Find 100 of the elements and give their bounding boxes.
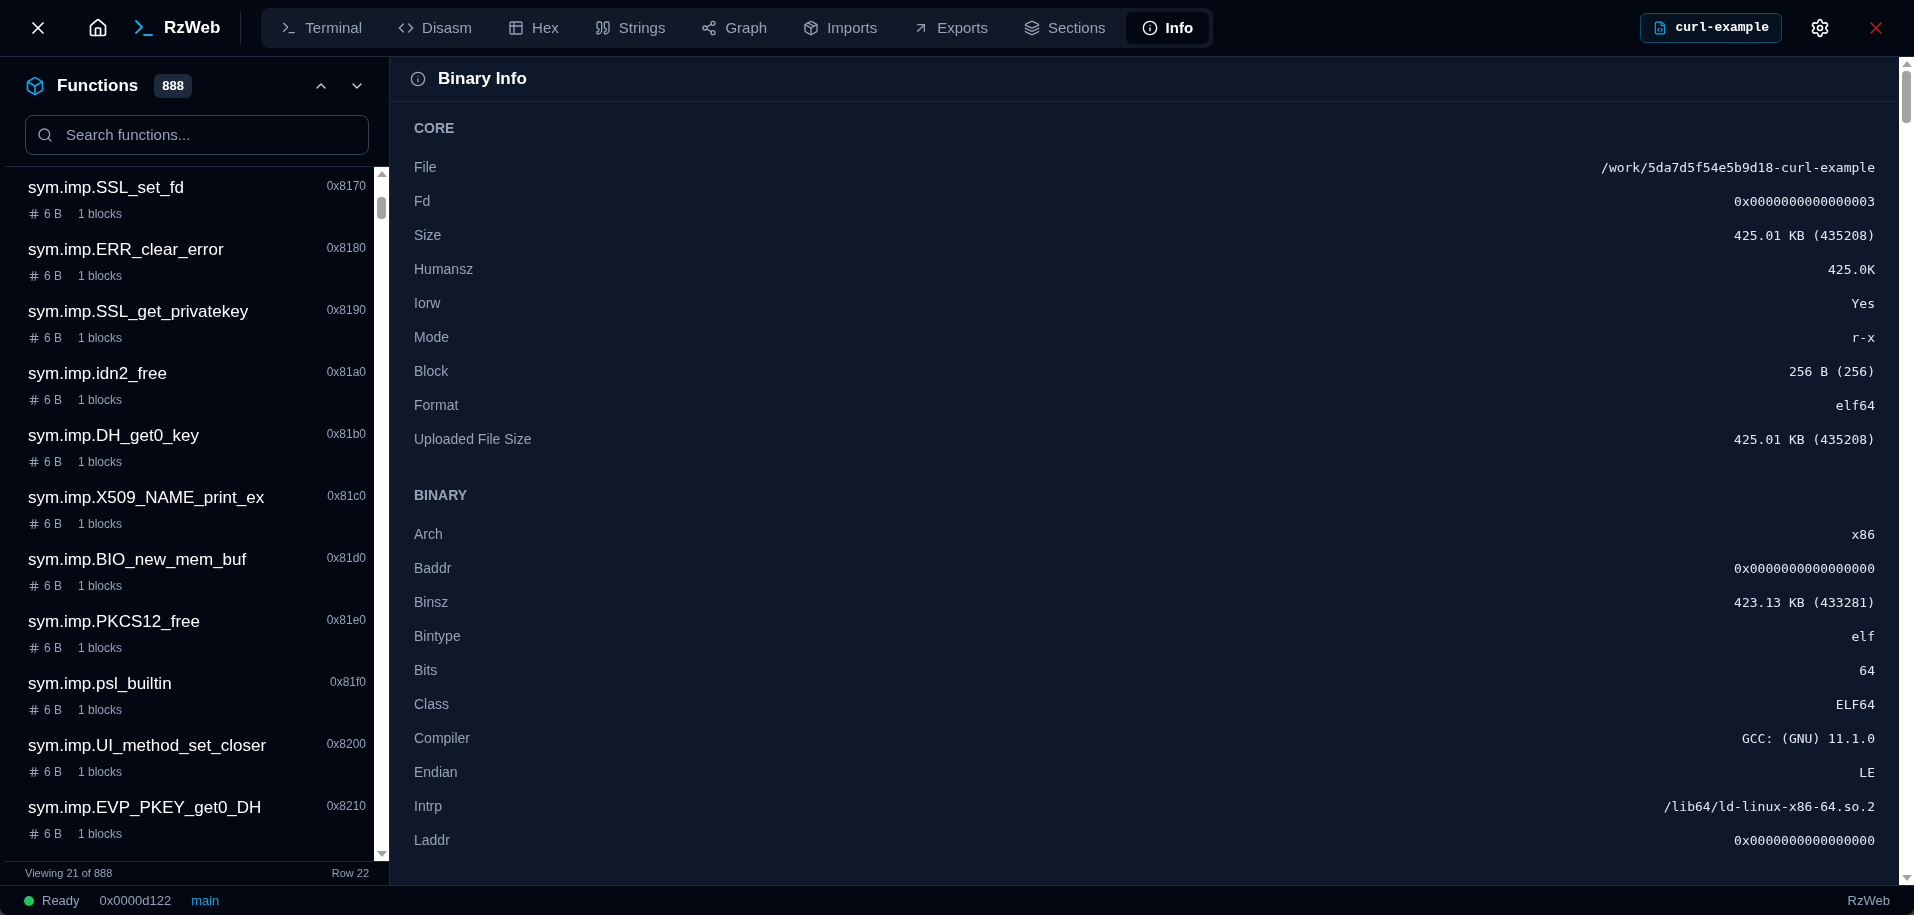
function-size: 6 B — [44, 577, 62, 595]
info-value: 425.01 KB (435208) — [1734, 226, 1875, 245]
info-label: Format — [414, 396, 459, 415]
tab[interactable]: Exports — [897, 12, 1004, 44]
tab[interactable]: Info — [1125, 12, 1210, 44]
function-address: 0x81c0 — [327, 488, 366, 505]
function-name: sym.imp.SSL_get_privatekey — [28, 301, 249, 323]
tab[interactable]: Terminal — [265, 12, 379, 44]
info-value: 0x0000000000000000 — [1734, 831, 1875, 850]
code-icon — [398, 20, 415, 36]
function-blocks: 1 blocks — [78, 390, 123, 409]
function-blocks: 1 blocks — [78, 328, 123, 347]
section-heading: CORE — [414, 119, 456, 138]
function-size: 6 B — [44, 515, 62, 533]
function-item[interactable]: sym.imp.SSL_set_fd 0x8170 6 B 1 blocks — [5, 167, 374, 229]
tab[interactable]: Imports — [787, 12, 894, 44]
tab[interactable]: Sections — [1008, 12, 1122, 44]
tab[interactable]: Strings — [578, 12, 682, 44]
graph-icon — [701, 20, 718, 36]
scrollbar[interactable] — [1899, 57, 1914, 885]
function-name: sym.imp.DH_get0_key — [28, 425, 199, 447]
function-blocks: 1 blocks — [78, 700, 123, 719]
function-size: 6 B — [44, 701, 62, 719]
info-label: Fd — [414, 192, 431, 211]
tab[interactable]: Hex — [492, 12, 575, 44]
function-item[interactable]: sym.imp.UI_method_set_closer 0x8200 6 B 1 blocks — [5, 725, 374, 787]
hash-icon — [28, 207, 40, 220]
function-name: sym.imp.psl_builtin — [28, 673, 172, 695]
function-item[interactable]: sym.imp.ERR_clear_error 0x8180 6 B 1 blocks — [5, 229, 374, 291]
info-icon — [410, 71, 426, 87]
hash-icon — [28, 579, 40, 592]
function-blocks: 1 blocks — [78, 576, 123, 595]
hash-icon — [28, 765, 40, 778]
function-address: 0x81e0 — [326, 612, 366, 629]
tab[interactable]: Disasm — [382, 12, 489, 44]
info-label: Binsz — [414, 593, 449, 612]
function-item[interactable]: sym.imp.BIO_new_mem_buf 0x81d0 6 B 1 blocks — [5, 539, 374, 601]
hash-icon — [28, 393, 40, 406]
search-field[interactable]: Search functions... — [25, 114, 369, 155]
tab[interactable]: Graph — [685, 12, 784, 44]
function-address: 0x81f0 — [329, 674, 366, 691]
info-label: Bintype — [414, 627, 461, 646]
scrollbar[interactable] — [374, 167, 389, 861]
info-value: r-x — [1851, 328, 1875, 347]
info-label: Arch — [414, 525, 443, 544]
info-label: Iorw — [414, 294, 441, 313]
function-name: sym.imp.X509_NAME_print_ex — [28, 487, 265, 509]
function-size: 6 B — [44, 267, 62, 285]
function-item[interactable]: sym.imp.PKCS12_free 0x81e0 6 B 1 blocks — [5, 601, 374, 663]
function-item[interactable]: sym.imp.idn2_free 0x81a0 6 B 1 blocks — [5, 353, 374, 415]
info-value: Yes — [1851, 294, 1875, 313]
info-value: elf — [1851, 627, 1875, 646]
function-item[interactable]: sym.imp.psl_builtin 0x81f0 6 B 1 blocks — [5, 663, 374, 725]
sidebar-title: Functions — [57, 75, 139, 97]
count-badge: 888 — [154, 74, 192, 98]
hash-icon — [28, 455, 40, 468]
function-size: 6 B — [44, 453, 62, 471]
info-icon — [1141, 20, 1158, 36]
file-badge[interactable]: curl-example — [1640, 13, 1782, 43]
table-icon — [508, 20, 525, 36]
section-heading: BINARY — [414, 486, 469, 505]
hash-icon — [28, 269, 40, 282]
function-address: 0x8190 — [326, 302, 366, 319]
function-item[interactable]: sym.imp.DH_get0_key 0x81b0 6 B 1 blocks — [5, 415, 374, 477]
function-address: 0x8200 — [326, 736, 366, 753]
function-item[interactable]: sym.imp.SSL_get_privatekey 0x8190 6 B 1 blocks — [5, 291, 374, 353]
app-name: RzWeb — [1847, 891, 1890, 910]
info-value: /work/5da7d5f54e5b9d18-curl-example — [1601, 158, 1875, 177]
function-address: 0x8180 — [326, 240, 366, 257]
info-label: Block — [414, 362, 449, 381]
info-value: ELF64 — [1835, 695, 1875, 714]
info-label: Bits — [414, 661, 438, 680]
info-value: elf64 — [1835, 396, 1875, 415]
info-value: 0x0000000000000003 — [1734, 192, 1875, 211]
function-blocks: 1 blocks — [78, 824, 123, 843]
function-blocks: 1 blocks — [78, 762, 123, 781]
file-name: curl-example — [1675, 19, 1769, 38]
function-item[interactable]: sym.imp.X509_NAME_print_ex 0x81c0 6 B 1 blocks — [5, 477, 374, 539]
function-name: sym.imp.idn2_free — [28, 363, 167, 385]
current-address: 0x0000d122 — [99, 891, 172, 910]
function-size: 6 B — [44, 639, 62, 657]
info-value: 0x0000000000000000 — [1734, 559, 1875, 578]
function-name: sym.imp.UI_method_set_closer — [28, 735, 267, 757]
info-value: 423.13 KB (433281) — [1734, 593, 1875, 612]
status-text: Ready — [42, 891, 80, 910]
info-label: Uploaded File Size — [414, 430, 532, 449]
current-function[interactable]: main — [191, 890, 220, 911]
app-title: RzWeb — [164, 17, 221, 40]
search-icon — [37, 126, 53, 143]
function-size: 6 B — [44, 205, 62, 223]
function-address: 0x8210 — [326, 798, 366, 815]
function-address: 0x81d0 — [326, 550, 366, 567]
hash-icon — [28, 641, 40, 654]
function-name: sym.imp.SSL_set_fd — [28, 177, 184, 199]
info-value: 425.01 KB (435208) — [1734, 430, 1875, 449]
settings-icon — [1810, 18, 1830, 38]
info-value: 64 — [1859, 661, 1875, 680]
info-label: Laddr — [414, 831, 450, 850]
function-item[interactable]: sym.imp.EVP_PKEY_get0_DH 0x8210 6 B 1 blocks — [5, 787, 374, 849]
function-blocks: 1 blocks — [78, 514, 123, 533]
